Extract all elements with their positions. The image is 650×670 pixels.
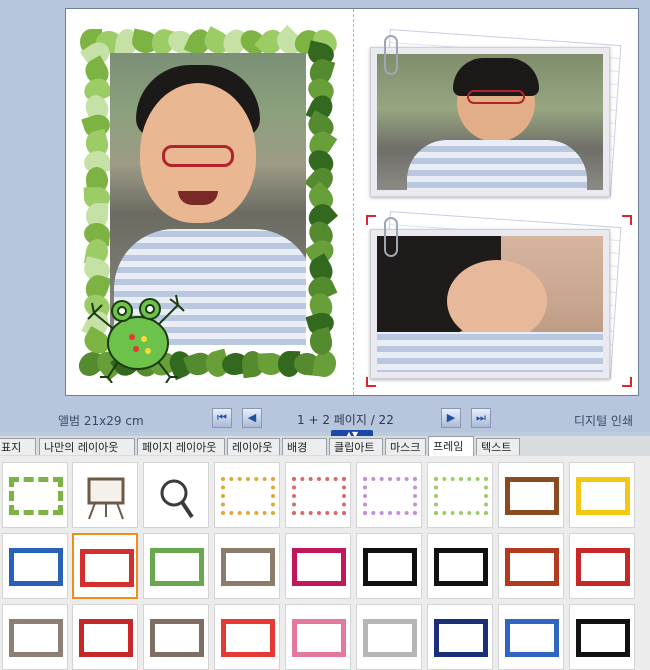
prev-page-icon: ◀	[247, 411, 257, 424]
frame-thumbnail[interactable]	[143, 604, 209, 670]
crop-mark-top-right[interactable]	[622, 215, 632, 225]
blue-frame-icon	[9, 548, 63, 586]
red-floral-frame-icon	[576, 548, 630, 586]
frame-thumbnail[interactable]	[72, 604, 138, 670]
tab-7[interactable]: 프레임	[428, 436, 474, 456]
last-page-icon: ⏭	[476, 411, 486, 424]
right-photo-top[interactable]	[377, 54, 603, 190]
album-size-label: 앨범 21x29 cm	[58, 414, 144, 428]
next-page-button[interactable]: ▶	[441, 408, 461, 428]
page-navigation-bar: 앨범 21x29 cm ⏮ ◀ 1 + 2 페이지 / 22 ▶ ⏭ 디지털 인…	[0, 404, 650, 440]
dotted-red-frame-icon	[292, 477, 346, 515]
next-page-icon: ▶	[446, 411, 456, 424]
frame-thumbnail[interactable]	[72, 462, 138, 528]
resource-tabbar: 표지 나만의 레이아웃 페이지 레이아웃 레이아웃 배경 클립아트 마스크 프레임 텍스트	[0, 436, 650, 457]
frame-thumbnail[interactable]	[214, 604, 280, 670]
black-ornate-frame-icon	[434, 548, 488, 586]
dotted-multi-frame-icon	[363, 477, 417, 515]
first-page-button[interactable]: ⏮	[212, 408, 232, 428]
blue-scroll-frame-icon	[505, 619, 559, 657]
right-photo-slot-bottom[interactable]	[366, 211, 632, 387]
magnifier-frame-icon	[150, 477, 204, 519]
easel-frame-icon	[79, 477, 133, 520]
frame-thumbnail[interactable]	[285, 604, 351, 670]
tab-0[interactable]: 표지	[0, 438, 36, 455]
brown-flower-frame-icon	[221, 548, 275, 586]
frame-thumbnail[interactable]	[498, 604, 564, 670]
frame-thumbnail[interactable]	[569, 533, 635, 599]
prev-page-button[interactable]: ◀	[242, 408, 262, 428]
red-cartoon-frame-icon	[221, 619, 275, 657]
crop-mark-bottom-right[interactable]	[622, 377, 632, 387]
frame-thumbnail[interactable]	[356, 462, 422, 528]
frame-thumbnail[interactable]	[498, 462, 564, 528]
dotted-green-frame-icon	[434, 477, 488, 515]
crop-mark-top-left[interactable]	[366, 215, 376, 225]
tab-5[interactable]: 클립아트	[329, 438, 383, 455]
gray-lace-frame-icon	[363, 619, 417, 657]
frame-thumbnail[interactable]	[2, 462, 68, 528]
frame-gallery	[0, 456, 650, 670]
frame-thumbnail[interactable]	[214, 462, 280, 528]
left-photo-frame[interactable]	[73, 23, 342, 383]
frame-thumbnail[interactable]	[72, 533, 138, 599]
wood-frame-icon	[505, 477, 559, 515]
red-frame-icon	[80, 549, 134, 587]
tab-3[interactable]: 레이아웃	[227, 438, 280, 455]
navy-star-frame-icon	[434, 619, 488, 657]
red-lace-frame-icon	[79, 619, 133, 657]
first-page-icon: ⏮	[217, 411, 227, 424]
tab-8[interactable]: 텍스트	[476, 438, 520, 455]
right-photo-slot-top[interactable]	[370, 29, 622, 199]
black-piano-frame-icon	[363, 548, 417, 586]
paperclip-icon	[384, 217, 398, 257]
leaf-frame-icon	[9, 477, 63, 515]
page-spine-divider	[353, 9, 354, 395]
pink-stripe-frame-icon	[292, 548, 346, 586]
frame-thumbnail[interactable]	[2, 533, 68, 599]
last-page-button[interactable]: ⏭	[471, 408, 491, 428]
photo-card-bottom[interactable]	[370, 229, 610, 379]
frame-thumbnail[interactable]	[143, 462, 209, 528]
black-city-frame-icon	[576, 619, 630, 657]
frame-thumbnail[interactable]	[569, 462, 635, 528]
frame-thumbnail[interactable]	[356, 604, 422, 670]
red-cat-frame-icon	[505, 548, 559, 586]
frame-thumbnail[interactable]	[143, 533, 209, 599]
digital-print-label: 디지털 인쇄	[574, 414, 634, 428]
brown-corner-frame-icon	[150, 619, 204, 657]
frame-thumbnail[interactable]	[356, 533, 422, 599]
frame-thumbnail[interactable]	[285, 533, 351, 599]
tab-6[interactable]: 마스크	[385, 438, 426, 455]
crop-mark-bottom-left[interactable]	[366, 377, 376, 387]
paperclip-icon	[384, 35, 398, 75]
frame-thumbnail[interactable]	[285, 462, 351, 528]
album-workspace: 앨범 21x29 cm ⏮ ◀ 1 + 2 페이지 / 22 ▶ ⏭ 디지털 인…	[0, 0, 650, 440]
green-frame-icon	[150, 548, 204, 586]
right-photo-bottom[interactable]	[377, 236, 603, 372]
frame-thumbnail[interactable]	[2, 604, 68, 670]
frame-thumbnail[interactable]	[569, 604, 635, 670]
frog-clipart-icon[interactable]	[86, 273, 186, 383]
photo-glasses	[162, 145, 234, 167]
dotted-colorful-frame-icon	[221, 477, 275, 515]
frame-thumbnail[interactable]	[427, 462, 493, 528]
photo-card-top[interactable]	[370, 47, 610, 197]
tab-1[interactable]: 나만의 레이아웃	[39, 438, 135, 455]
yellow-frame-icon	[576, 477, 630, 515]
frame-thumbnail[interactable]	[214, 533, 280, 599]
frame-thumbnail[interactable]	[427, 533, 493, 599]
taupe-frame-icon	[9, 619, 63, 657]
page-indicator: 1 + 2 페이지 / 22	[297, 413, 394, 427]
album-spread[interactable]	[65, 8, 639, 396]
pink-frame-icon	[292, 619, 346, 657]
tab-2[interactable]: 페이지 레이아웃	[137, 438, 225, 455]
frame-thumbnail[interactable]	[498, 533, 564, 599]
tab-4[interactable]: 배경	[282, 438, 327, 455]
frame-thumbnail[interactable]	[427, 604, 493, 670]
